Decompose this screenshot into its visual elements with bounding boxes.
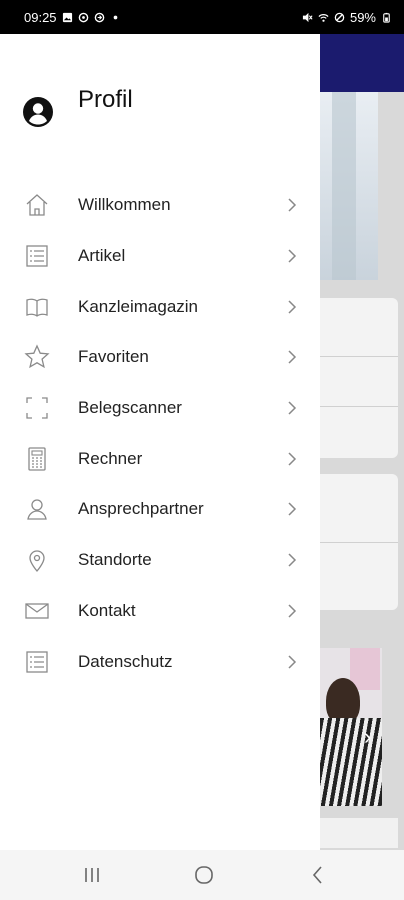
mail-icon xyxy=(25,603,49,619)
star-icon xyxy=(24,344,50,369)
settings-icon xyxy=(78,12,88,22)
chevron-right-icon xyxy=(288,401,297,415)
dot-icon xyxy=(113,15,117,19)
chevron-right-icon[interactable]: › xyxy=(364,724,371,750)
menu-item-favoriten[interactable]: Favoriten xyxy=(0,332,320,383)
sync-icon xyxy=(94,12,104,22)
menu-label: Willkommen xyxy=(78,195,171,215)
location-icon xyxy=(29,550,45,573)
menu-label: Favoriten xyxy=(78,347,149,367)
status-bar: 09:25 59% xyxy=(0,0,404,34)
menu-item-datenschutz[interactable]: Datenschutz xyxy=(0,636,320,687)
chevron-right-icon xyxy=(288,655,297,669)
content-card xyxy=(320,298,398,458)
block-icon xyxy=(334,12,345,22)
list-icon xyxy=(26,245,48,267)
chevron-right-icon xyxy=(288,553,297,567)
chevron-right-icon xyxy=(288,300,297,314)
divider xyxy=(320,356,398,357)
battery-percent: 59% xyxy=(349,9,376,25)
document-icon xyxy=(26,650,48,673)
menu-label: Kanzleimagazin xyxy=(78,296,199,316)
menu-item-artikel[interactable]: Artikel xyxy=(0,231,320,282)
person-icon xyxy=(27,499,47,521)
profile-title: Profil xyxy=(78,86,133,113)
system-navigation-bar xyxy=(0,850,404,900)
background-content[interactable]: › xyxy=(320,34,404,850)
mute-icon xyxy=(302,12,313,22)
back-icon[interactable] xyxy=(305,862,331,888)
menu-item-standorte[interactable]: Standorte xyxy=(0,535,320,586)
drawer-menu: Willkommen Artikel Kanzleimagazin Favori… xyxy=(0,180,320,687)
carousel-image xyxy=(320,648,382,806)
status-time: 09:25 xyxy=(24,9,57,25)
recents-icon[interactable] xyxy=(79,862,105,888)
article-image-detail xyxy=(332,92,356,280)
menu-item-kontakt[interactable]: Kontakt xyxy=(0,586,320,637)
home-icon xyxy=(26,194,48,216)
chevron-right-icon xyxy=(288,502,297,516)
chevron-right-icon xyxy=(288,452,297,466)
chevron-right-icon xyxy=(288,350,297,364)
menu-label: Ansprechpartner xyxy=(78,499,204,519)
calculator-icon xyxy=(28,447,46,471)
profile-header[interactable]: Profil xyxy=(0,34,320,174)
divider xyxy=(320,406,398,407)
battery-icon xyxy=(383,12,390,23)
book-icon xyxy=(26,298,48,317)
wifi-icon xyxy=(318,13,329,22)
divider xyxy=(320,542,398,543)
content-card xyxy=(320,818,398,848)
account-icon xyxy=(23,97,53,127)
app-header xyxy=(320,34,404,92)
menu-item-ansprechpartner[interactable]: Ansprechpartner xyxy=(0,484,320,535)
scan-icon xyxy=(26,397,48,419)
menu-item-kanzleimagazin[interactable]: Kanzleimagazin xyxy=(0,281,320,332)
chevron-right-icon xyxy=(288,249,297,263)
menu-item-willkommen[interactable]: Willkommen xyxy=(0,180,320,231)
chevron-right-icon xyxy=(288,604,297,618)
navigation-drawer: Profil Willkommen Artikel Kanzleimagazin… xyxy=(0,34,320,850)
menu-item-rechner[interactable]: Rechner xyxy=(0,433,320,484)
home-icon[interactable] xyxy=(191,862,217,888)
menu-label: Belegscanner xyxy=(78,398,182,418)
menu-label: Rechner xyxy=(78,448,143,468)
menu-label: Datenschutz xyxy=(78,651,173,671)
image-icon xyxy=(62,12,72,22)
menu-label: Artikel xyxy=(78,246,126,266)
menu-item-belegscanner[interactable]: Belegscanner xyxy=(0,383,320,434)
chevron-right-icon xyxy=(288,198,297,212)
menu-label: Kontakt xyxy=(78,600,136,620)
menu-label: Standorte xyxy=(78,550,152,570)
